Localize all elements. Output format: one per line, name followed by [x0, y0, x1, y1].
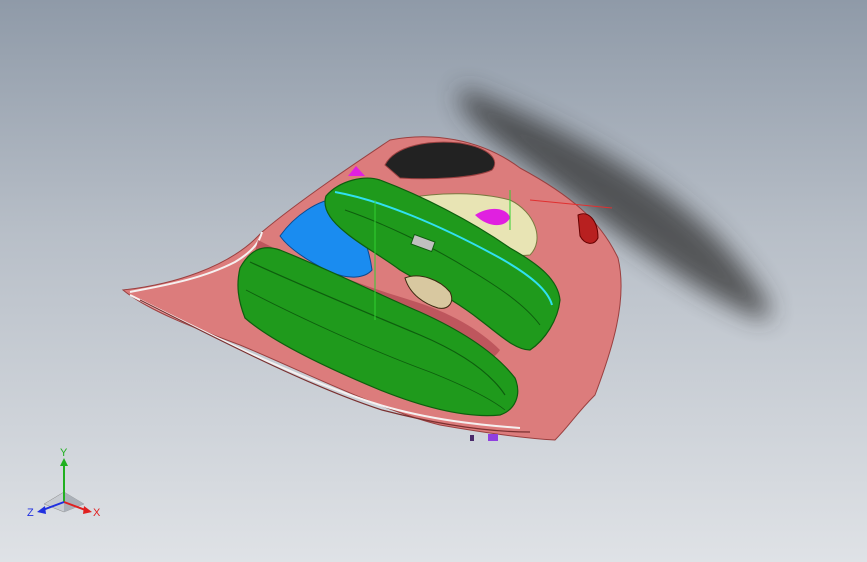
purple-clip	[488, 434, 498, 441]
orientation-triad[interactable]: Y X Z	[24, 448, 104, 524]
x-axis-label: X	[93, 507, 101, 519]
x-axis-head	[83, 506, 92, 514]
y-axis-head	[60, 458, 68, 466]
clip-small	[470, 435, 474, 441]
graphics-viewport[interactable]: Y X Z	[0, 0, 867, 562]
model-scene[interactable]	[0, 0, 867, 562]
z-axis-label: Z	[27, 507, 34, 519]
z-axis-head	[37, 506, 46, 514]
y-axis-label: Y	[60, 448, 68, 459]
